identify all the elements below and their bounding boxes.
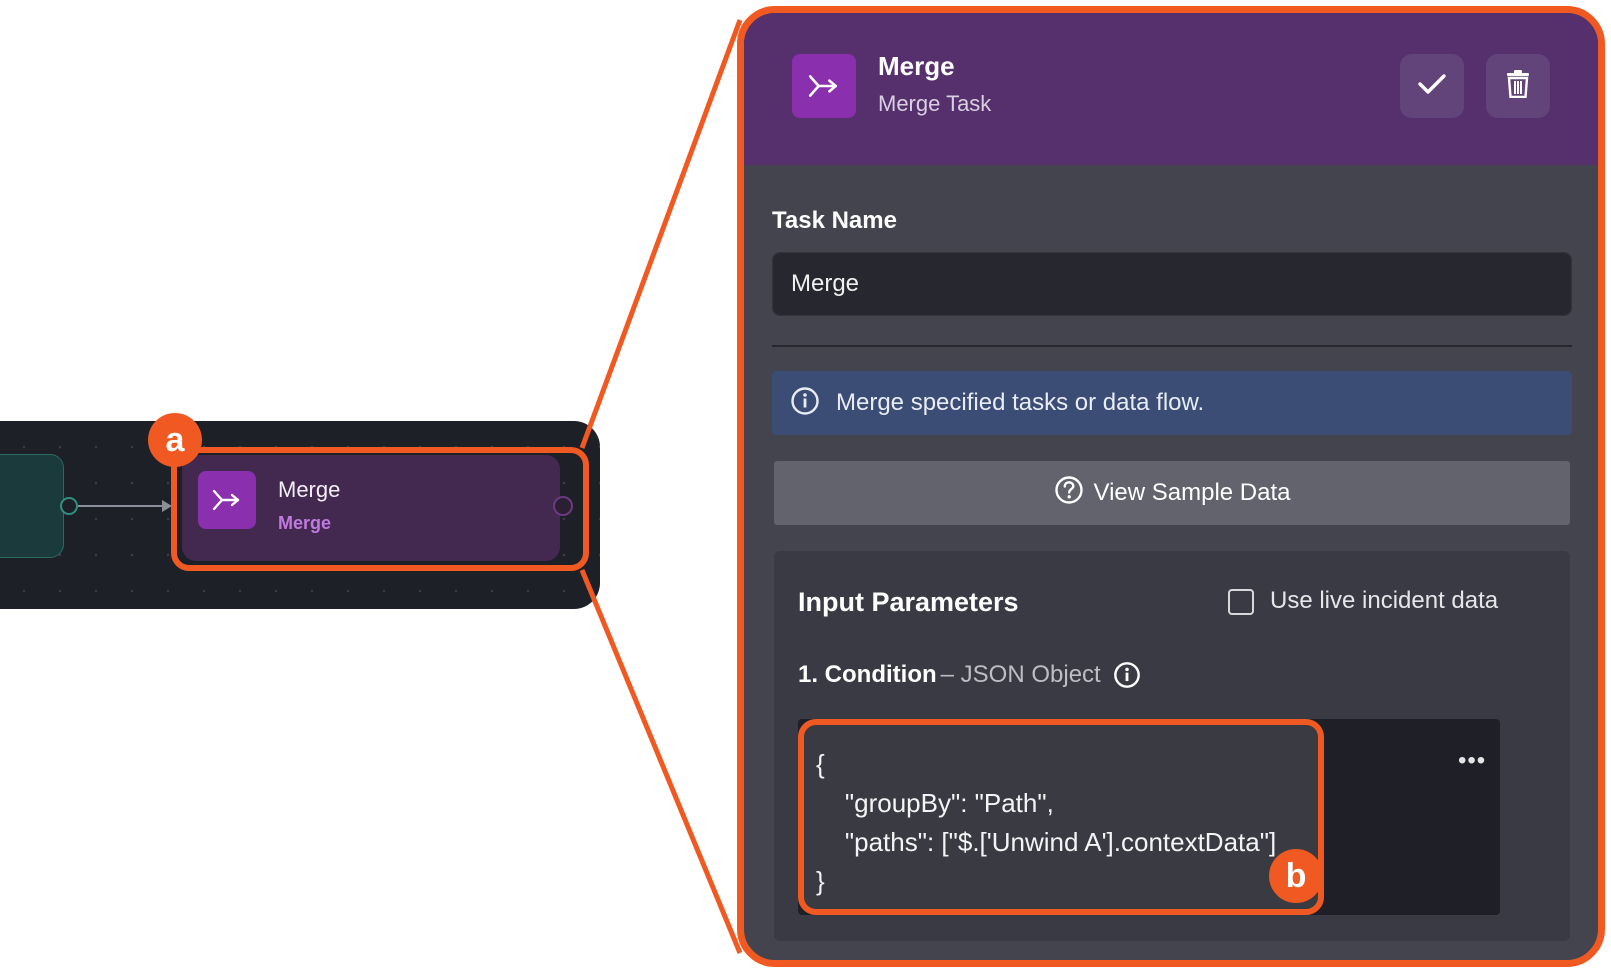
condition-label-row: 1. Condition – JSON Object xyxy=(798,661,1141,689)
code-line: { xyxy=(816,749,825,779)
callout-badge-a: a xyxy=(148,413,202,467)
previous-node[interactable] xyxy=(0,454,64,558)
input-parameters-title: Input Parameters xyxy=(798,587,1019,617)
callout-badge-b: b xyxy=(1269,849,1323,903)
confirm-button[interactable] xyxy=(1400,54,1464,118)
code-line: } xyxy=(816,866,825,896)
live-incident-label[interactable]: Use live incident data xyxy=(1270,587,1498,615)
condition-type: – JSON Object xyxy=(940,661,1101,688)
info-icon xyxy=(790,386,820,421)
help-circle-icon xyxy=(1054,475,1084,512)
highlight-node-callout xyxy=(171,447,589,571)
view-sample-data-label: View Sample Data xyxy=(1093,479,1291,506)
divider xyxy=(772,345,1572,347)
delete-button[interactable] xyxy=(1486,54,1550,118)
live-incident-checkbox[interactable] xyxy=(1228,589,1254,615)
code-line: "paths": ["$.['Unwind A'].contextData"] xyxy=(816,827,1277,857)
trash-icon xyxy=(1506,69,1530,103)
info-banner: Merge specified tasks or data flow. xyxy=(772,371,1572,435)
input-parameters-card: Input Parameters Use live incident data … xyxy=(774,551,1570,941)
info-text: Merge specified tasks or data flow. xyxy=(836,389,1205,416)
connection-edge xyxy=(78,505,170,507)
condition-code-editor[interactable]: { "groupBy": "Path", "paths": ["$.['Unwi… xyxy=(798,719,1500,915)
view-sample-data-button[interactable]: View Sample Data xyxy=(774,461,1570,525)
merge-icon xyxy=(792,54,856,118)
output-port[interactable] xyxy=(60,497,78,515)
panel-subtitle: Merge Task xyxy=(878,91,992,116)
condition-name: 1. Condition xyxy=(798,661,937,688)
editor-more-menu[interactable]: ••• xyxy=(1458,747,1486,775)
check-icon xyxy=(1417,72,1447,101)
info-icon[interactable] xyxy=(1113,661,1141,689)
task-name-input[interactable] xyxy=(772,252,1572,316)
code-highlight-callout: { "groupBy": "Path", "paths": ["$.['Unwi… xyxy=(798,719,1324,915)
panel-header: Merge Merge Task xyxy=(744,13,1598,165)
code-line: "groupBy": "Path", xyxy=(816,788,1054,818)
panel-title: Merge xyxy=(878,51,955,81)
task-name-label: Task Name xyxy=(772,207,897,234)
task-detail-panel: Merge Merge Task Task Name Merge Merge s… xyxy=(737,6,1605,967)
